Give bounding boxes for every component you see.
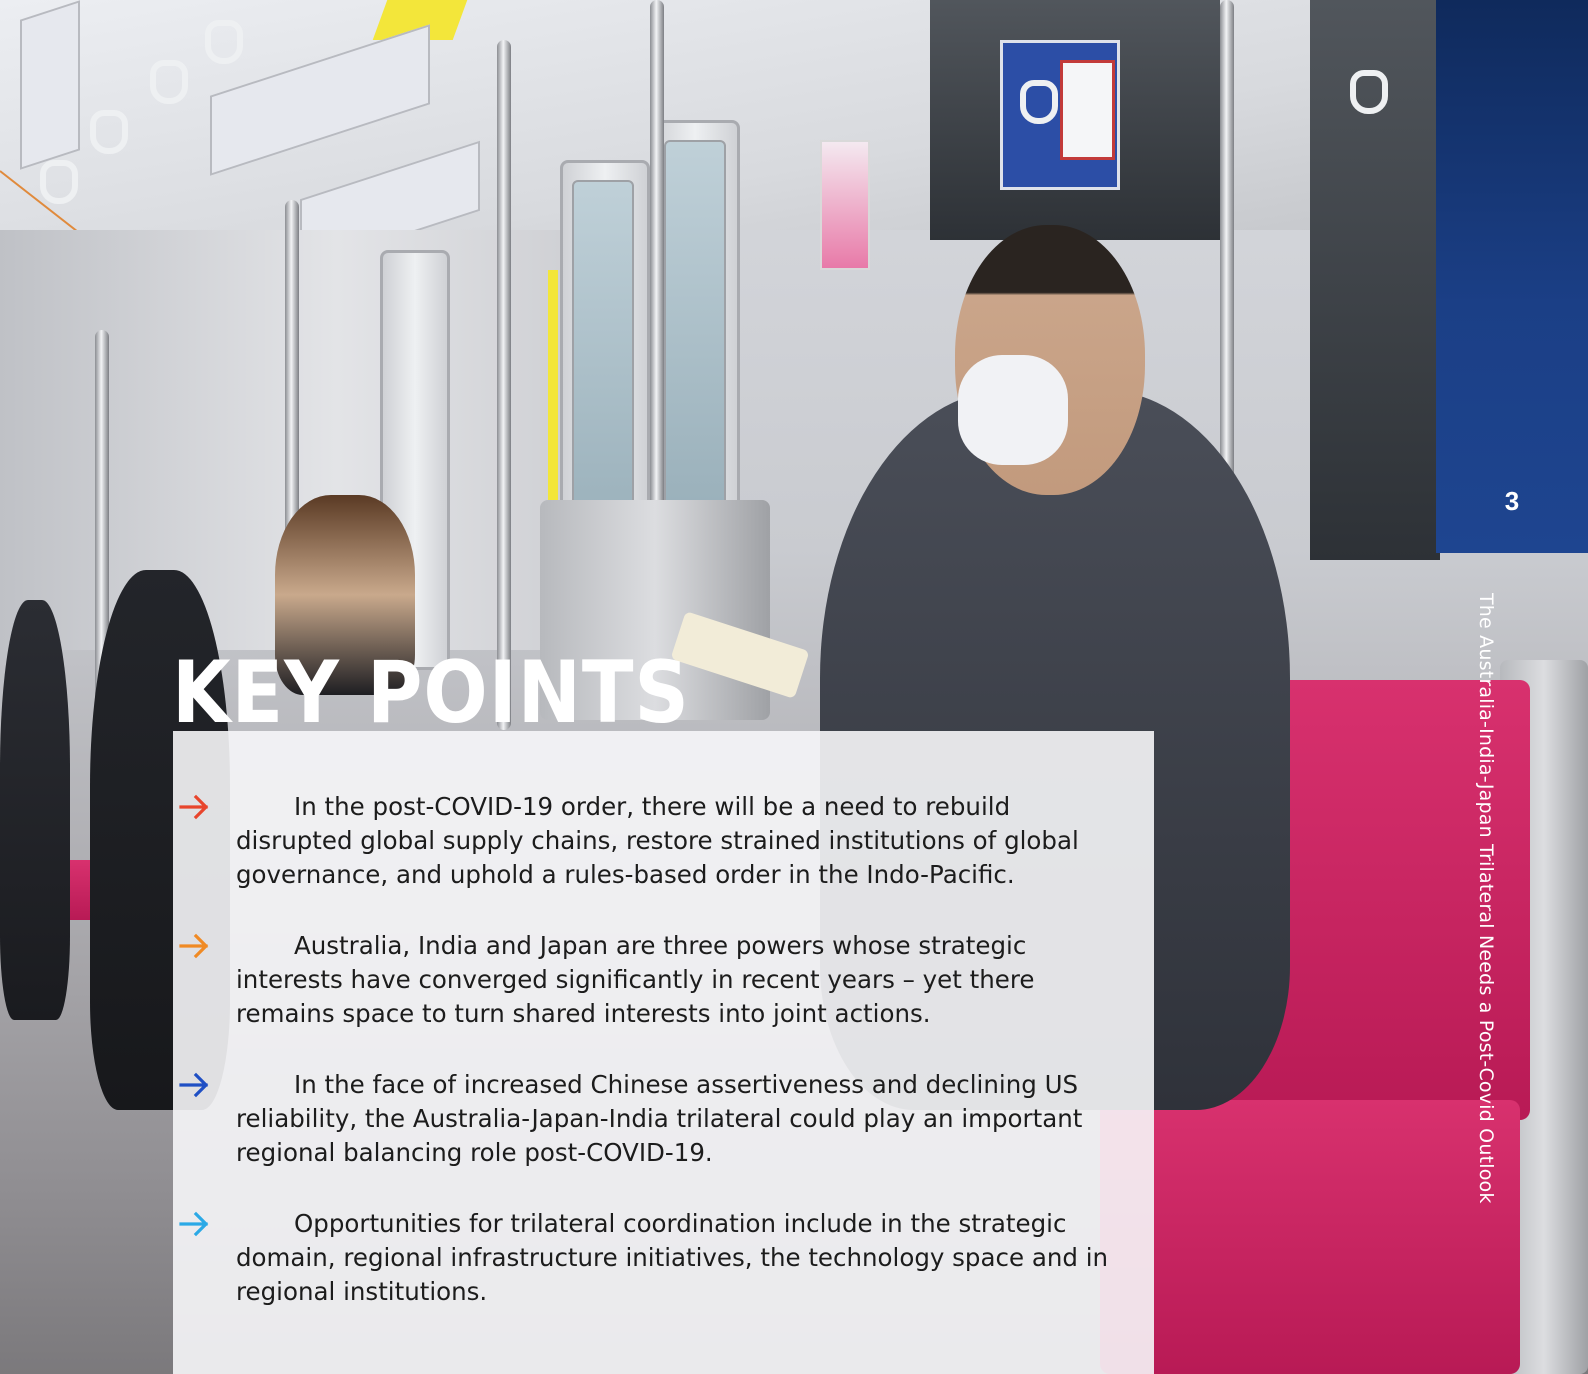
door-poster [820,140,870,270]
face-mask [958,355,1068,465]
grab-pole [497,40,511,730]
right-arrow-icon [178,790,212,824]
passenger-4 [0,600,70,1020]
window-notice [1060,60,1115,160]
page-number: 3 [1504,486,1520,516]
key-point: Australia, India and Japan are three pow… [179,929,1116,1031]
side-tab [1436,0,1588,553]
key-point-text: Australia, India and Japan are three pow… [236,931,1035,1028]
right-arrow-icon [178,1207,212,1241]
key-point: In the post-COVID-19 order, there will b… [179,790,1116,892]
section-heading: KEY POINTS [172,643,690,743]
hanging-ad [20,0,80,170]
hand-strap [90,110,128,154]
hand-strap [1350,70,1388,114]
key-point: Opportunities for trilateral coordinatio… [179,1207,1116,1309]
seat-cushion [1100,1100,1520,1374]
right-arrow-icon [178,929,212,963]
key-point: In the face of increased Chinese asserti… [179,1068,1116,1170]
key-points-list: In the post-COVID-19 order, there will b… [179,790,1116,1346]
hand-strap [40,160,78,204]
right-arrow-icon [178,1068,212,1102]
hand-strap [1020,80,1058,124]
hand-strap [150,60,188,104]
running-title: The Australia-India-Japan Trilateral Nee… [1475,593,1497,1204]
key-point-text: Opportunities for trilateral coordinatio… [236,1209,1109,1306]
key-point-text: In the face of increased Chinese asserti… [236,1070,1083,1167]
key-point-text: In the post-COVID-19 order, there will b… [236,792,1079,889]
hand-strap [205,20,243,64]
